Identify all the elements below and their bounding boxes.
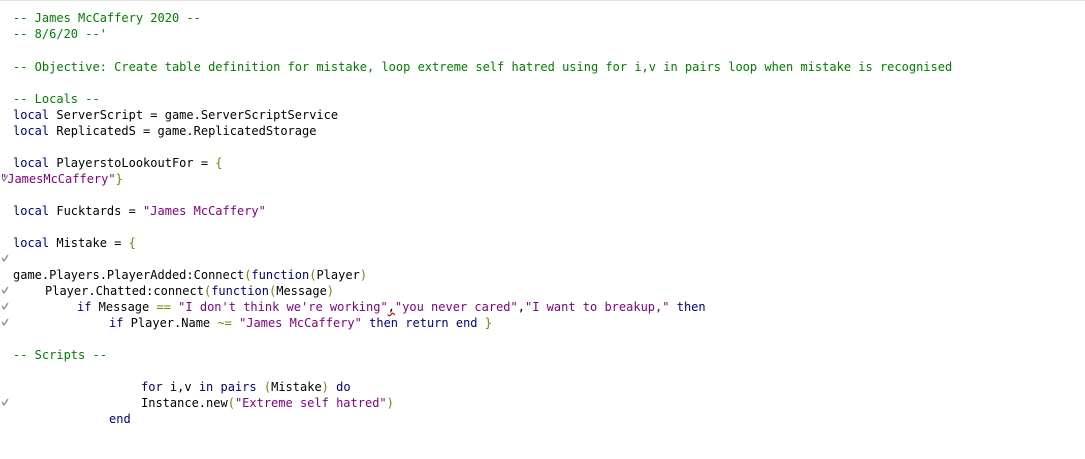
brace: { bbox=[215, 156, 223, 170]
keyword: then bbox=[369, 316, 399, 330]
code-text: PlayerstoLookoutFor = bbox=[49, 156, 216, 170]
code-text: i,v bbox=[162, 380, 199, 394]
keyword: in bbox=[198, 380, 214, 394]
brace: { bbox=[128, 236, 136, 250]
keyword: if bbox=[109, 316, 124, 330]
brace: } bbox=[484, 316, 493, 330]
keyword: local bbox=[13, 236, 50, 250]
code-text: Fucktards = bbox=[49, 204, 144, 218]
paren: ( bbox=[227, 396, 235, 410]
paren: ) bbox=[386, 396, 394, 410]
code-text: Message bbox=[276, 284, 327, 298]
paren: ) bbox=[321, 380, 329, 394]
paren: ) bbox=[359, 268, 368, 282]
comment: -- Scripts -- bbox=[13, 348, 107, 362]
keyword: then bbox=[676, 300, 706, 314]
keyword: pairs bbox=[220, 380, 257, 394]
code-line[interactable]: Player.Chatted:connect(function(Message) bbox=[0, 283, 1085, 311]
code-line[interactable]: local Fucktards = "James McCaffery" bbox=[0, 203, 266, 219]
keyword: end bbox=[455, 316, 478, 330]
code-line[interactable]: local ReplicatedS = game.ReplicatedStora… bbox=[0, 123, 316, 139]
code-line[interactable]: -- Scripts -- bbox=[0, 347, 107, 363]
code-line[interactable]: -- Locals -- bbox=[0, 91, 100, 107]
paren: ) bbox=[326, 284, 335, 298]
string: "JamesMcCaffery" bbox=[0, 172, 116, 186]
operator: ~= bbox=[217, 316, 232, 330]
string: "you never cared" bbox=[394, 300, 518, 314]
code-line[interactable]: local Mistake = { bbox=[0, 235, 1085, 263]
comment: -- 8/6/20 --' bbox=[13, 27, 107, 41]
keyword: local bbox=[13, 204, 50, 218]
string: "I want to breakup," bbox=[524, 300, 670, 314]
code-text: Message bbox=[91, 300, 157, 314]
code-text: Instance.new bbox=[141, 396, 228, 410]
code-line[interactable]: -- James McCaffery 2020 -- bbox=[0, 10, 201, 26]
keyword: for bbox=[141, 380, 163, 394]
keyword: function bbox=[251, 268, 310, 282]
code-text: ServerScript = game.ServerScriptService bbox=[49, 108, 339, 122]
keyword: local bbox=[13, 156, 50, 170]
code-text: Player.Name bbox=[123, 316, 218, 330]
string: "Extreme self hatred" bbox=[234, 396, 387, 410]
keyword: function bbox=[211, 284, 269, 298]
fold-marker-icon[interactable] bbox=[0, 251, 12, 267]
code-line[interactable]: game.Players.PlayerAdded:Connect(functio… bbox=[0, 267, 1085, 295]
code-editor[interactable]: -- James McCaffery 2020 -- -- 8/6/20 --'… bbox=[0, 0, 1085, 439]
keyword: local bbox=[13, 124, 50, 138]
code-text: ReplicatedS = game.ReplicatedStorage bbox=[49, 124, 317, 138]
code-line[interactable]: local PlayerstoLookoutFor = { bbox=[0, 155, 1085, 183]
code-line[interactable]: -- Objective: Create table definition fo… bbox=[0, 59, 952, 75]
code-line[interactable]: if Player.Name ~= "James McCaffery" then… bbox=[0, 315, 1085, 331]
code-line[interactable]: -- 8/6/20 --' bbox=[0, 26, 107, 42]
keyword: end bbox=[109, 412, 131, 426]
comment: -- James McCaffery 2020 -- bbox=[13, 11, 201, 25]
operator: == bbox=[156, 300, 171, 314]
string: "James McCaffery" bbox=[239, 316, 362, 330]
keyword: do bbox=[336, 380, 351, 394]
string: "James McCaffery" bbox=[143, 204, 266, 218]
code-text: Mistake = bbox=[49, 236, 129, 250]
comment: -- Locals -- bbox=[13, 92, 100, 106]
code-text: Mistake bbox=[271, 380, 322, 394]
string: "I don't think we're working" bbox=[178, 300, 388, 314]
keyword: return bbox=[405, 316, 449, 330]
code-text: game.Players.PlayerAdded:Connect bbox=[13, 268, 245, 282]
comment: -- Objective: Create table definition fo… bbox=[13, 60, 953, 74]
code-line[interactable]: local ServerScript = game.ServerScriptSe… bbox=[0, 107, 338, 123]
brace: } bbox=[115, 172, 123, 186]
code-line[interactable]: end bbox=[0, 411, 1085, 427]
keyword: local bbox=[13, 108, 50, 122]
paren: ( bbox=[263, 380, 272, 394]
comma: , bbox=[387, 300, 395, 314]
code-line[interactable]: "JamesMcCaffery"} bbox=[0, 171, 123, 187]
code-line[interactable]: if Message == "I don't think we're worki… bbox=[0, 299, 1085, 327]
keyword: if bbox=[77, 300, 92, 314]
code-text: Player.Chatted:connect bbox=[45, 284, 204, 298]
comma: , bbox=[517, 300, 525, 314]
code-line[interactable]: for i,v in pairs (Mistake) do bbox=[0, 379, 1085, 407]
code-text: Player bbox=[316, 268, 360, 282]
code-line[interactable]: Instance.new("Extreme self hatred") bbox=[0, 395, 1085, 411]
